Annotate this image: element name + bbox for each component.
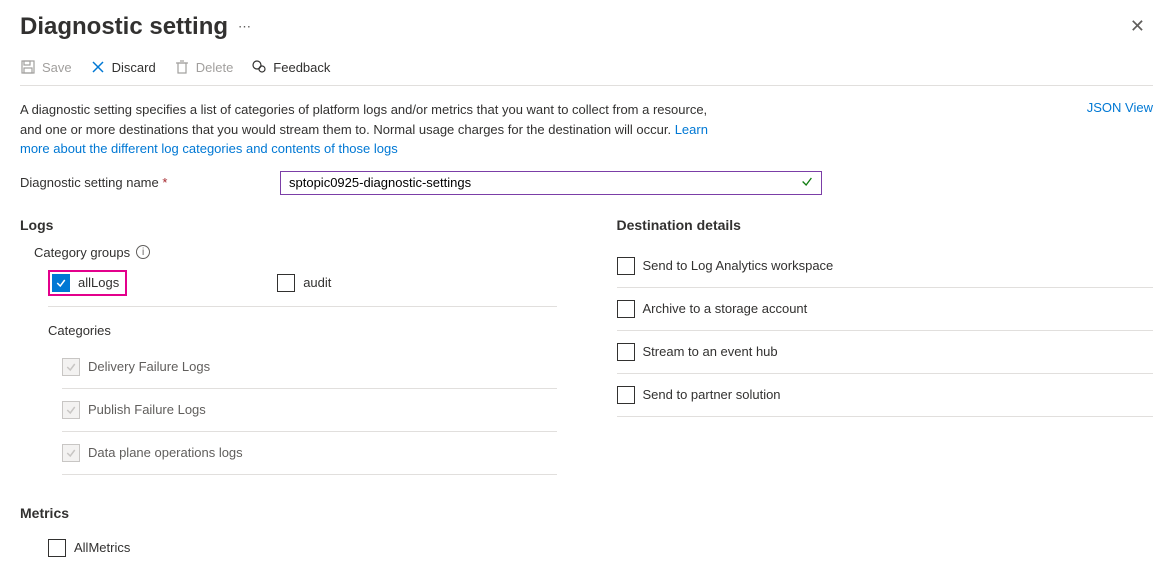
delete-label: Delete xyxy=(196,60,234,75)
category-row-publish: Publish Failure Logs xyxy=(62,389,557,432)
destination-heading: Destination details xyxy=(617,217,1154,233)
discard-button[interactable]: Discard xyxy=(90,59,156,75)
description-text: A diagnostic setting specifies a list of… xyxy=(20,100,720,159)
close-icon: ✕ xyxy=(1130,16,1145,36)
category-groups-label: Category groups i xyxy=(34,245,557,260)
publish-failure-checkbox xyxy=(62,401,80,419)
loganalytics-checkbox[interactable] xyxy=(617,257,635,275)
info-icon[interactable]: i xyxy=(136,245,150,259)
logs-heading: Logs xyxy=(20,217,557,233)
allmetrics-checkbox[interactable] xyxy=(48,539,66,557)
json-view-link[interactable]: JSON View xyxy=(1087,100,1153,159)
dest-row-partner: Send to partner solution xyxy=(617,374,1154,417)
audit-label: audit xyxy=(303,275,331,290)
delete-button: Delete xyxy=(174,59,234,75)
feedback-label: Feedback xyxy=(273,60,330,75)
partner-checkbox[interactable] xyxy=(617,386,635,404)
dest-row-eventhub: Stream to an event hub xyxy=(617,331,1154,374)
loganalytics-label: Send to Log Analytics workspace xyxy=(643,258,834,273)
eventhub-checkbox[interactable] xyxy=(617,343,635,361)
alllogs-checkbox[interactable] xyxy=(52,274,70,292)
discard-label: Discard xyxy=(112,60,156,75)
category-row-dataplane: Data plane operations logs xyxy=(62,432,557,475)
alllogs-highlight: allLogs xyxy=(48,270,127,296)
alllogs-label: allLogs xyxy=(78,275,119,290)
dest-row-loganalytics: Send to Log Analytics workspace xyxy=(617,245,1154,288)
discard-icon xyxy=(90,59,106,75)
audit-checkbox[interactable] xyxy=(277,274,295,292)
close-button[interactable]: ✕ xyxy=(1122,12,1153,41)
valid-check-icon xyxy=(800,174,814,191)
more-icon[interactable]: ⋯ xyxy=(238,19,253,35)
dataplane-checkbox xyxy=(62,444,80,462)
partner-label: Send to partner solution xyxy=(643,387,781,402)
diagnostic-name-input[interactable] xyxy=(280,171,822,195)
name-field-label: Diagnostic setting name * xyxy=(20,175,268,190)
save-label: Save xyxy=(42,60,72,75)
allmetrics-row: AllMetrics xyxy=(48,529,557,567)
publish-failure-label: Publish Failure Logs xyxy=(88,402,206,417)
delete-icon xyxy=(174,59,190,75)
feedback-button[interactable]: Feedback xyxy=(251,59,330,75)
storage-label: Archive to a storage account xyxy=(643,301,808,316)
dest-row-storage: Archive to a storage account xyxy=(617,288,1154,331)
allmetrics-label: AllMetrics xyxy=(74,540,130,555)
page-title: Diagnostic setting xyxy=(20,13,228,41)
dataplane-label: Data plane operations logs xyxy=(88,445,243,460)
delivery-failure-checkbox xyxy=(62,358,80,376)
feedback-icon xyxy=(251,59,267,75)
eventhub-label: Stream to an event hub xyxy=(643,344,778,359)
save-button: Save xyxy=(20,59,72,75)
storage-checkbox[interactable] xyxy=(617,300,635,318)
save-icon xyxy=(20,59,36,75)
categories-label: Categories xyxy=(48,323,557,338)
category-row-delivery: Delivery Failure Logs xyxy=(62,346,557,389)
metrics-heading: Metrics xyxy=(20,505,557,521)
toolbar: Save Discard Delete Feedback xyxy=(20,59,1153,86)
delivery-failure-label: Delivery Failure Logs xyxy=(88,359,210,374)
